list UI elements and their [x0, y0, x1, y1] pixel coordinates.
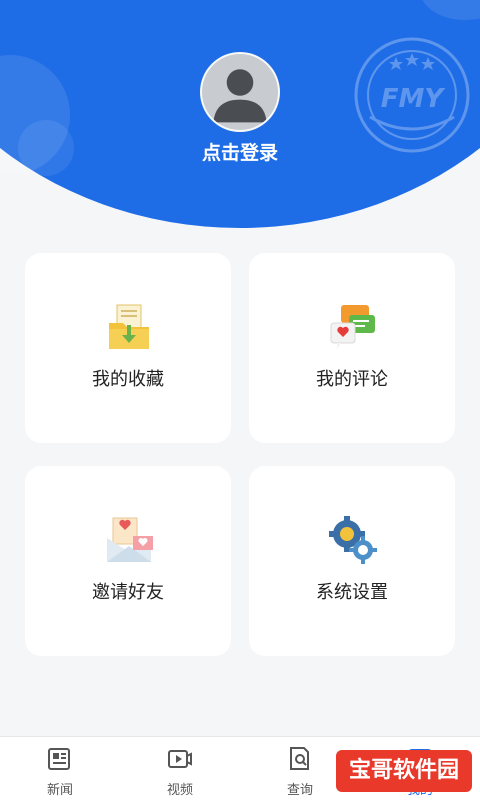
- login-link[interactable]: 点击登录: [0, 138, 480, 165]
- tab-label: 新闻: [46, 783, 73, 798]
- video-play-icon: [168, 750, 192, 768]
- menu-label: 我的收藏: [92, 369, 164, 390]
- invite-envelope-icon: [107, 517, 153, 562]
- menu-card-settings[interactable]: 系统设置: [249, 466, 455, 656]
- menu-label: 系统设置: [316, 582, 388, 603]
- tab-label: 视频: [166, 783, 193, 798]
- site-watermark: 宝哥软件园: [336, 750, 472, 792]
- tab-news[interactable]: 新闻: [0, 737, 120, 800]
- folder-download-icon: [109, 304, 149, 349]
- brand-seal-text: FMY: [381, 84, 447, 114]
- gear-settings-icon: [329, 516, 377, 564]
- menu-card-favorites[interactable]: 我的收藏: [25, 253, 231, 443]
- menu-label: 邀请好友: [92, 582, 164, 603]
- newspaper-icon: [48, 748, 70, 770]
- tab-video[interactable]: 视频: [120, 737, 240, 800]
- document-search-icon: [290, 747, 309, 770]
- user-silhouette-icon: [213, 69, 267, 123]
- user-avatar[interactable]: [200, 52, 280, 132]
- brand-seal-icon: FMY: [354, 37, 470, 153]
- chat-bubbles-icon: [330, 305, 375, 349]
- profile-header: FMY 点击登录: [0, 0, 480, 230]
- menu-card-comments[interactable]: 我的评论: [249, 253, 455, 443]
- menu-card-invite[interactable]: 邀请好友: [25, 466, 231, 656]
- menu-label: 我的评论: [316, 369, 388, 390]
